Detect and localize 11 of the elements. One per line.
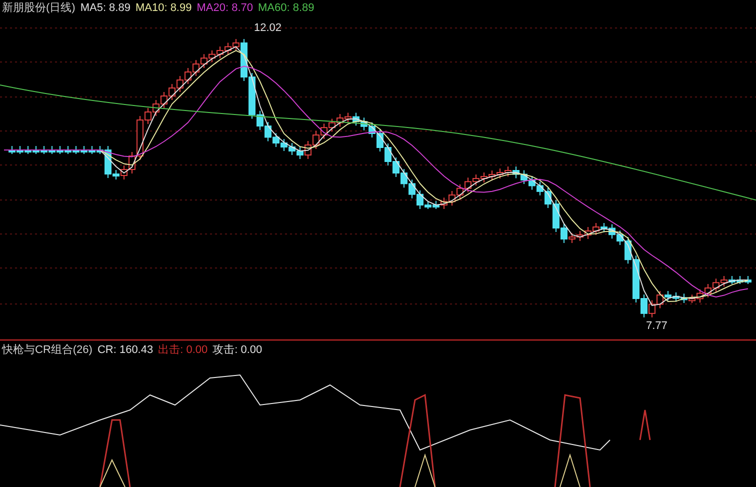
indicator-panel-title: 快枪与CR组合(26) bbox=[2, 343, 92, 357]
indicator-panel-reading: CR: 160.43 bbox=[97, 343, 154, 357]
price-panel-title: 新朋股份(日线) bbox=[2, 1, 76, 15]
price-panel-reading: MA10: 8.99 bbox=[135, 1, 192, 15]
indicator-panel-reading: 出击: 0.00 bbox=[158, 343, 208, 357]
price-panel-reading: MA60: 8.89 bbox=[258, 1, 314, 15]
price-panel-reading: MA20: 8.70 bbox=[196, 1, 253, 15]
price-panel-reading: MA5: 8.89 bbox=[80, 1, 130, 15]
indicator-panel-reading: 攻击: 0.00 bbox=[212, 343, 262, 357]
high-price-label: 12.02 bbox=[254, 21, 282, 36]
low-price-label: 7.77 bbox=[646, 319, 668, 334]
